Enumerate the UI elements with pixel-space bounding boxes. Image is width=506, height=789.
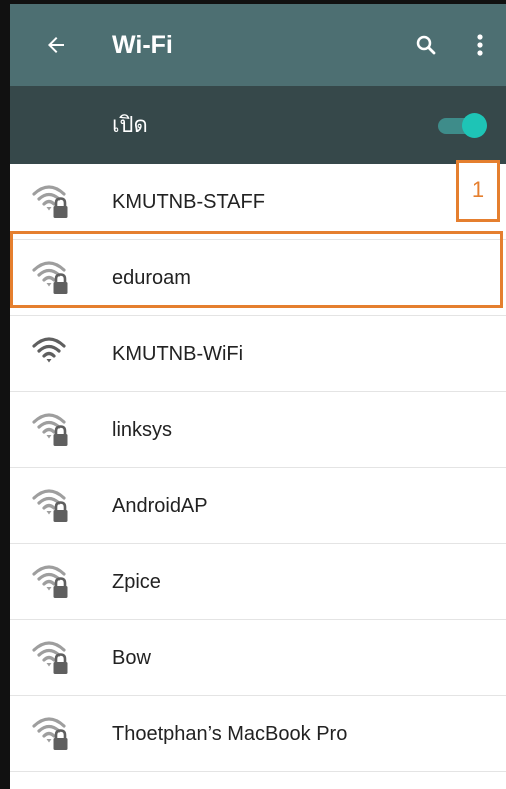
network-item[interactable]: eduroam: [10, 240, 506, 316]
network-name: AndroidAP: [112, 495, 208, 517]
network-item[interactable]: Bow: [10, 620, 506, 696]
wifi-lock-icon: [32, 410, 74, 450]
network-item[interactable]: linksys: [10, 392, 506, 468]
screen: Wi-Fi เปิด KMUTNB-STAFF eduroam KMUTNB-WiF…: [0, 0, 506, 789]
callout-number: 1: [456, 160, 500, 222]
overflow-menu-button[interactable]: [466, 29, 494, 61]
wifi-icon: [32, 334, 74, 374]
network-name: eduroam: [112, 267, 191, 289]
wifi-lock-icon: [32, 562, 74, 602]
wifi-switch[interactable]: [438, 111, 488, 139]
search-button[interactable]: [410, 29, 442, 61]
wifi-toggle-bar[interactable]: เปิด: [10, 86, 506, 164]
frame-border-left: [0, 0, 10, 789]
wifi-lock-icon: [32, 258, 74, 298]
search-icon: [416, 35, 436, 55]
page-title: Wi-Fi: [112, 31, 173, 59]
network-item[interactable]: KMUTNB-STAFF: [10, 164, 506, 240]
arrow-left-icon: [48, 37, 64, 53]
back-button[interactable]: [40, 27, 72, 63]
wifi-lock-icon: [32, 182, 74, 222]
wifi-lock-icon: [32, 714, 74, 754]
network-name: KMUTNB-STAFF: [112, 191, 265, 213]
network-name: Zpice: [112, 571, 161, 593]
network-item[interactable]: AndroidAP: [10, 468, 506, 544]
wifi-lock-icon: [32, 486, 74, 526]
network-list: KMUTNB-STAFF eduroam KMUTNB-WiFi linksys And…: [10, 164, 506, 772]
network-item[interactable]: Zpice: [10, 544, 506, 620]
network-item[interactable]: Thoetphan’s MacBook Pro: [10, 696, 506, 772]
network-name: Thoetphan’s MacBook Pro: [112, 723, 348, 745]
switch-thumb: [462, 113, 487, 138]
network-item[interactable]: KMUTNB-WiFi: [10, 316, 506, 392]
network-name: Bow: [112, 647, 151, 669]
network-name: KMUTNB-WiFi: [112, 343, 244, 365]
app-bar: Wi-Fi: [10, 4, 506, 86]
wifi-lock-icon: [32, 638, 74, 678]
network-name: linksys: [112, 419, 173, 441]
more-vert-icon: [477, 34, 483, 56]
wifi-toggle-label: เปิด: [112, 112, 148, 137]
